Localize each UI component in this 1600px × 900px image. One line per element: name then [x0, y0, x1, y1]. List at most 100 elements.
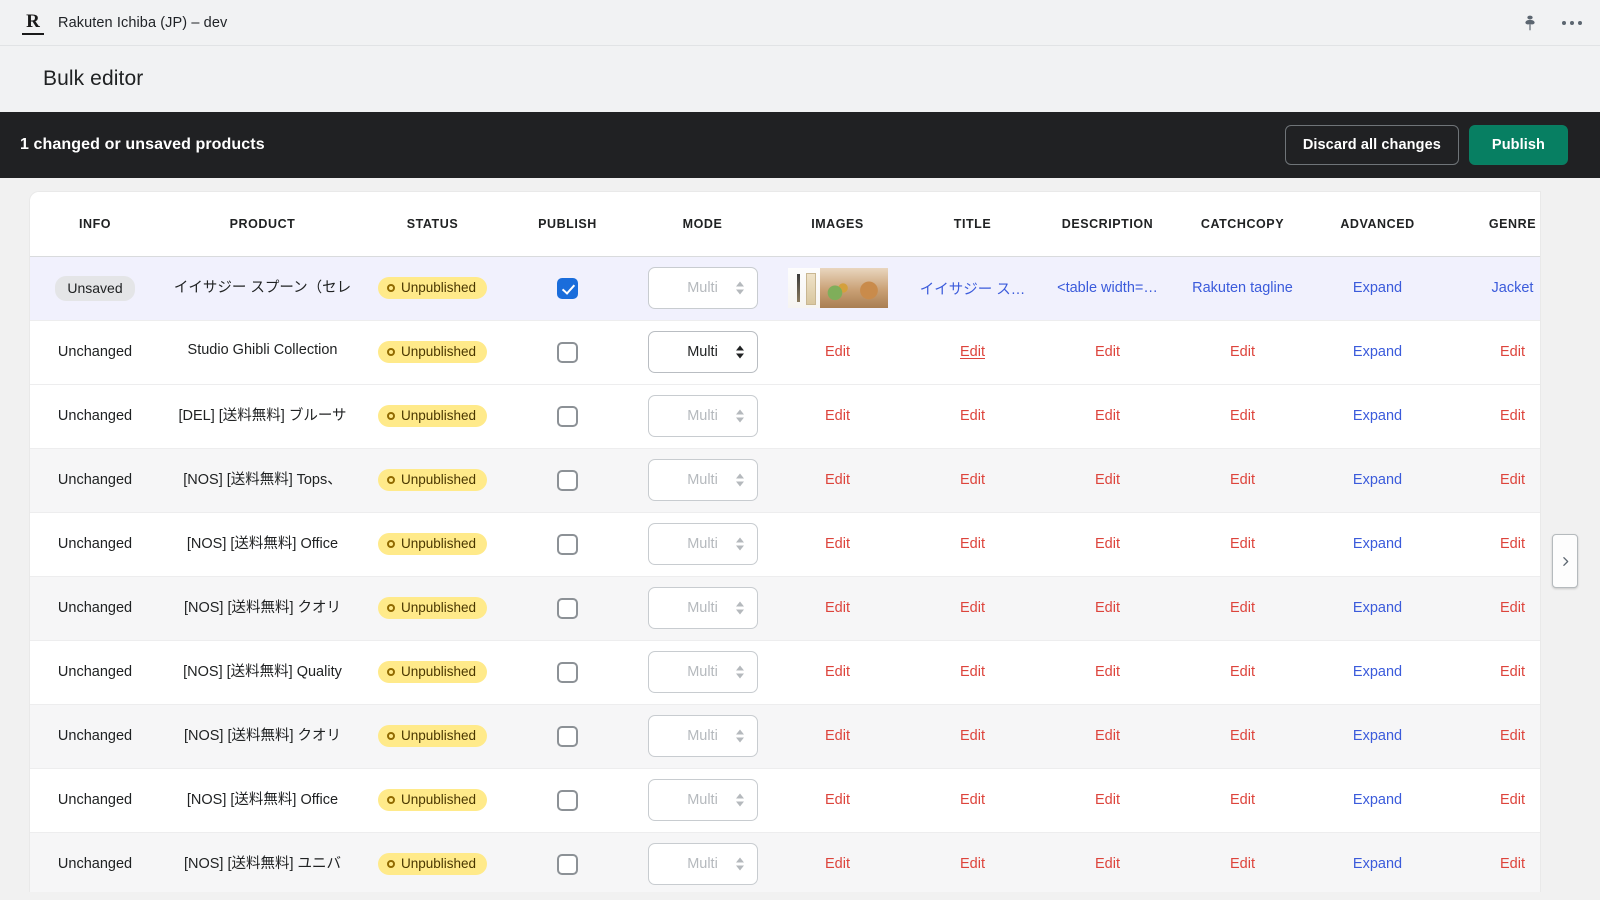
publish-button[interactable]: Publish [1468, 125, 1568, 165]
publish-checkbox[interactable] [557, 661, 578, 683]
edit-description-link[interactable]: Edit [1095, 472, 1120, 488]
publish-checkbox[interactable] [557, 597, 578, 619]
column-header-images[interactable]: IMAGES [770, 192, 905, 257]
expand-advanced-link[interactable]: Expand [1353, 280, 1402, 296]
column-header-mode[interactable]: MODE [635, 192, 770, 257]
mode-select[interactable]: Multi [647, 331, 758, 373]
expand-advanced-link[interactable]: Expand [1353, 792, 1402, 808]
column-header-title[interactable]: TITLE [905, 192, 1040, 257]
expand-advanced-link[interactable]: Expand [1353, 600, 1402, 616]
mode-select[interactable]: Multi [647, 843, 758, 885]
column-header-catchcopy[interactable]: CATCHCOPY [1175, 192, 1310, 257]
edit-genre-link[interactable]: Edit [1500, 728, 1525, 744]
expand-advanced-link[interactable]: Expand [1353, 664, 1402, 680]
edit-description-link[interactable]: Edit [1095, 536, 1120, 552]
edit-catchcopy-link[interactable]: Edit [1230, 792, 1255, 808]
edit-genre-link[interactable]: Edit [1500, 792, 1525, 808]
mode-select[interactable]: Multi [647, 715, 758, 757]
column-header-description[interactable]: DESCRIPTION [1040, 192, 1175, 257]
edit-images-link[interactable]: Edit [825, 664, 850, 680]
edit-genre-link[interactable]: Edit [1500, 408, 1525, 424]
table-row[interactable]: Unchanged Studio Ghibli Collection Unpubli… [30, 320, 1540, 385]
edit-title-link[interactable]: Edit [960, 792, 985, 808]
edit-catchcopy-link[interactable]: Edit [1230, 344, 1255, 360]
mode-select[interactable]: Multi [647, 395, 758, 437]
expand-advanced-link[interactable]: Expand [1353, 408, 1402, 424]
edit-description-link[interactable]: Edit [1095, 408, 1120, 424]
discard-all-changes-button[interactable]: Discard all changes [1284, 125, 1459, 165]
edit-title-link[interactable]: Edit [960, 344, 985, 360]
catchcopy-value-link[interactable]: Rakuten tagline [1192, 280, 1293, 296]
column-header-publish[interactable]: PUBLISH [500, 192, 635, 257]
table-row[interactable]: Unchanged [NOS] [送料無料] Quality Unpublished… [30, 640, 1540, 705]
edit-catchcopy-link[interactable]: Edit [1230, 600, 1255, 616]
edit-genre-link[interactable]: Edit [1500, 472, 1525, 488]
publish-checkbox[interactable] [557, 725, 578, 747]
expand-advanced-link[interactable]: Expand [1353, 472, 1402, 488]
table-row[interactable]: Unchanged [DEL] [送料無料] ブルーサ Unpublished Mul… [30, 384, 1540, 449]
edit-description-link[interactable]: Edit [1095, 600, 1120, 616]
edit-description-link[interactable]: Edit [1095, 344, 1120, 360]
title-value-link[interactable]: イイサジー ス… [920, 278, 1026, 299]
edit-genre-link[interactable]: Edit [1500, 536, 1525, 552]
edit-genre-link[interactable]: Edit [1500, 344, 1525, 360]
publish-checkbox[interactable] [557, 469, 578, 491]
column-header-genre[interactable]: GENRE [1445, 192, 1540, 257]
more-options-icon[interactable] [1560, 17, 1584, 29]
edit-catchcopy-link[interactable]: Edit [1230, 472, 1255, 488]
expand-advanced-link[interactable]: Expand [1353, 728, 1402, 744]
publish-checkbox[interactable] [557, 789, 578, 811]
edit-images-link[interactable]: Edit [825, 344, 850, 360]
scroll-right-button[interactable] [1552, 534, 1578, 588]
column-header-status[interactable]: STATUS [365, 192, 500, 257]
edit-title-link[interactable]: Edit [960, 536, 985, 552]
mode-select[interactable]: Multi [647, 651, 758, 693]
edit-genre-link[interactable]: Edit [1500, 856, 1525, 872]
image-thumbnails[interactable] [770, 268, 905, 308]
mode-select[interactable]: Multi [647, 779, 758, 821]
description-value-link[interactable]: <table width=… [1057, 280, 1158, 296]
edit-images-link[interactable]: Edit [825, 600, 850, 616]
pin-icon[interactable] [1520, 13, 1540, 33]
edit-images-link[interactable]: Edit [825, 472, 850, 488]
edit-title-link[interactable]: Edit [960, 600, 985, 616]
edit-title-link[interactable]: Edit [960, 664, 985, 680]
genre-value-link[interactable]: Jacket [1492, 280, 1534, 296]
table-row[interactable]: Unchanged [NOS] [送料無料] Office Unpublished M… [30, 512, 1540, 577]
column-header-advanced[interactable]: ADVANCED [1310, 192, 1445, 257]
publish-checkbox[interactable] [557, 533, 578, 555]
table-row[interactable]: Unchanged [NOS] [送料無料] Office Unpublished M… [30, 768, 1540, 833]
edit-images-link[interactable]: Edit [825, 856, 850, 872]
edit-catchcopy-link[interactable]: Edit [1230, 856, 1255, 872]
expand-advanced-link[interactable]: Expand [1353, 856, 1402, 872]
table-row[interactable]: Unchanged [NOS] [送料無料] クオリ Unpublished Mult… [30, 576, 1540, 641]
mode-select[interactable]: Multi [647, 459, 758, 501]
edit-title-link[interactable]: Edit [960, 472, 985, 488]
edit-catchcopy-link[interactable]: Edit [1230, 728, 1255, 744]
edit-description-link[interactable]: Edit [1095, 664, 1120, 680]
edit-catchcopy-link[interactable]: Edit [1230, 664, 1255, 680]
edit-catchcopy-link[interactable]: Edit [1230, 536, 1255, 552]
mode-select[interactable]: Multi [647, 523, 758, 565]
edit-images-link[interactable]: Edit [825, 792, 850, 808]
edit-images-link[interactable]: Edit [825, 536, 850, 552]
edit-images-link[interactable]: Edit [825, 408, 850, 424]
edit-catchcopy-link[interactable]: Edit [1230, 408, 1255, 424]
table-row[interactable]: Unchanged [NOS] [送料無料] Tops、 Unpublished Mu… [30, 448, 1540, 513]
table-row[interactable]: Unchanged [NOS] [送料無料] ユニバ Unpublished Mult… [30, 832, 1540, 892]
publish-checkbox[interactable] [557, 341, 578, 363]
edit-description-link[interactable]: Edit [1095, 792, 1120, 808]
expand-advanced-link[interactable]: Expand [1353, 344, 1402, 360]
table-row[interactable]: Unchanged [NOS] [送料無料] クオリ Unpublished Mult… [30, 704, 1540, 769]
mode-select[interactable]: Multi [647, 587, 758, 629]
publish-checkbox[interactable] [557, 277, 578, 299]
publish-checkbox[interactable] [557, 853, 578, 875]
edit-title-link[interactable]: Edit [960, 728, 985, 744]
edit-genre-link[interactable]: Edit [1500, 664, 1525, 680]
edit-images-link[interactable]: Edit [825, 728, 850, 744]
column-header-product[interactable]: PRODUCT [160, 192, 365, 257]
edit-genre-link[interactable]: Edit [1500, 600, 1525, 616]
table-row[interactable]: Unsaved イイサジー スプーン（セレ Unpublished Multi イイサジ… [30, 256, 1540, 321]
expand-advanced-link[interactable]: Expand [1353, 536, 1402, 552]
mode-select[interactable]: Multi [647, 267, 758, 309]
